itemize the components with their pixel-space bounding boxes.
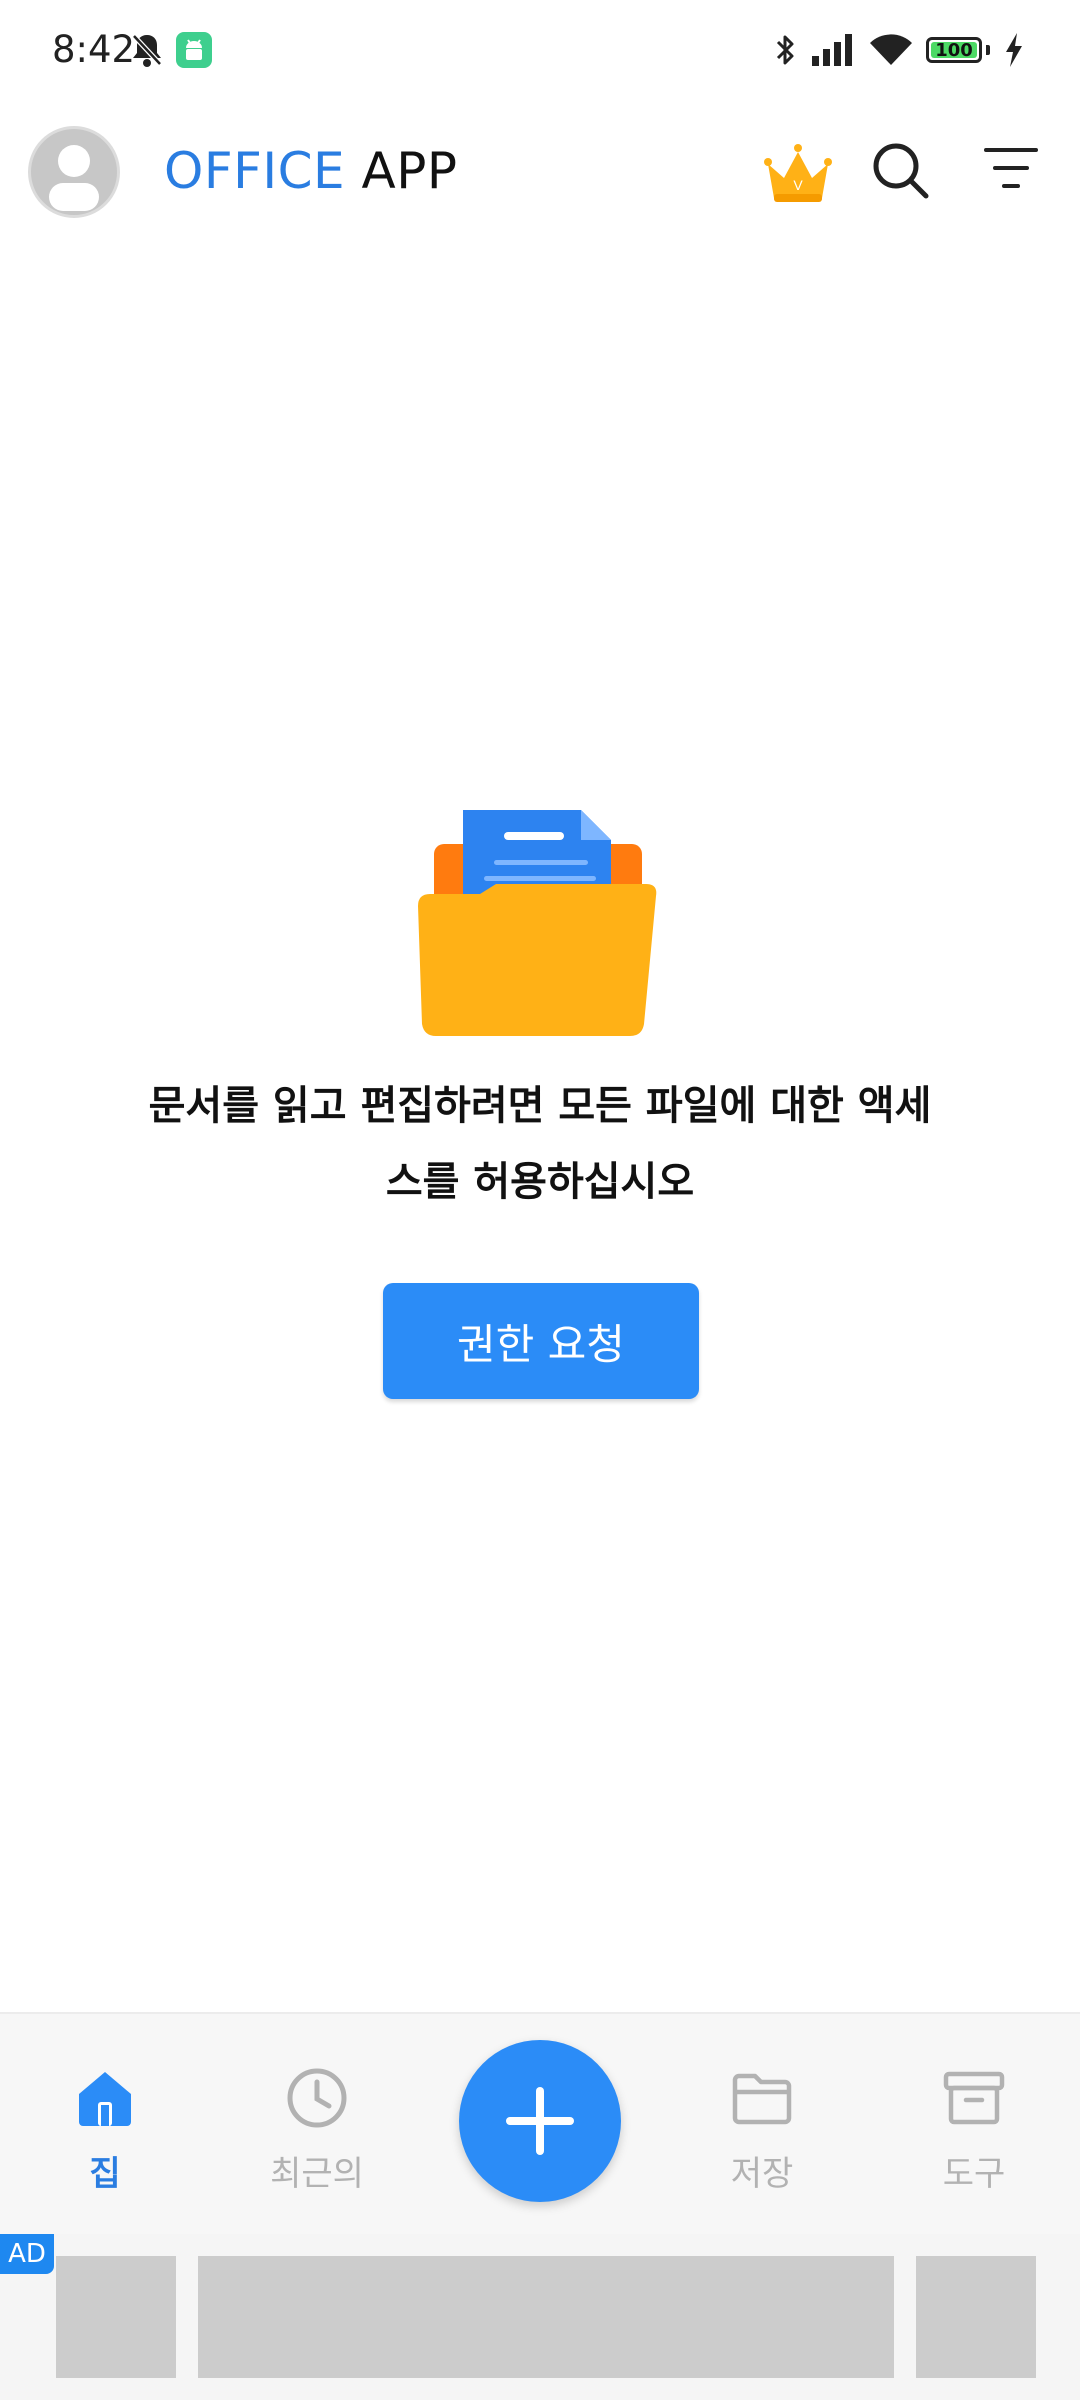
user-icon (49, 145, 99, 211)
nav-item-tools[interactable]: 도구 (889, 2066, 1059, 2195)
search-button[interactable] (868, 138, 932, 202)
filter-button[interactable] (982, 144, 1040, 194)
clock-icon (287, 2068, 347, 2128)
ad-image-left[interactable] (56, 2256, 176, 2378)
bluetooth-icon (776, 35, 794, 65)
folder-icon (732, 2073, 792, 2125)
nav-label-saved: 저장 (730, 2154, 794, 2194)
filter-icon (984, 148, 1038, 188)
nav-label-tools: 도구 (942, 2154, 1006, 2194)
permission-message: 문서를 읽고 편집하려면 모든 파일에 대한 액세 스를 허용하십시오 (90, 1068, 990, 1220)
plus-icon (506, 2087, 574, 2155)
app-title-office: OFFICE (164, 142, 346, 200)
app-bar: OFFICE APP V (0, 118, 1080, 230)
status-time: 8:42 (52, 28, 136, 71)
search-icon (873, 143, 929, 199)
ad-image-center[interactable] (198, 2256, 894, 2378)
status-bar: 8:42 100 (0, 0, 1080, 104)
bell-muted-icon (132, 34, 162, 67)
avatar[interactable] (28, 126, 120, 218)
app-title-app: APP (361, 142, 458, 200)
ad-image-right[interactable] (916, 2256, 1036, 2378)
nav-item-home[interactable]: 집 (20, 2066, 190, 2195)
battery-cap (986, 45, 990, 55)
app-title: OFFICE APP (164, 142, 458, 200)
status-right-icons: 100 (774, 32, 1024, 68)
home-icon (79, 2072, 131, 2126)
svg-text:V: V (793, 177, 803, 193)
screen: 8:42 100 OFFICE APP V 문서를 읽고 편집하려면 모든 파일… (0, 0, 1080, 2400)
nav-label-home: 집 (89, 2154, 121, 2194)
permission-message-line1: 문서를 읽고 편집하려면 모든 파일에 대한 액세 (148, 1083, 932, 1129)
android-icon (176, 32, 212, 68)
add-fab-button[interactable] (459, 2040, 621, 2202)
wifi-icon (870, 34, 912, 65)
archive-icon (943, 2071, 1005, 2125)
folder-documents-icon (418, 810, 657, 1036)
request-permission-button[interactable]: 권한 요청 (383, 1283, 699, 1399)
nav-item-saved[interactable]: 저장 (677, 2066, 847, 2195)
nav-item-recent[interactable]: 최근의 (232, 2066, 402, 2195)
charging-bolt-icon (1006, 33, 1022, 67)
premium-crown-button[interactable]: V (760, 134, 836, 210)
permission-message-line2: 스를 허용하십시오 (385, 1159, 695, 1205)
battery-indicator: 100 (926, 37, 982, 63)
crown-icon: V (764, 144, 832, 202)
ad-badge: AD (0, 2234, 54, 2274)
ad-banner[interactable]: AD (0, 2234, 1080, 2400)
battery-level: 100 (935, 39, 973, 61)
status-left-icons (130, 32, 212, 68)
nav-label-recent: 최근의 (270, 2154, 364, 2194)
signal-icon (812, 34, 852, 66)
